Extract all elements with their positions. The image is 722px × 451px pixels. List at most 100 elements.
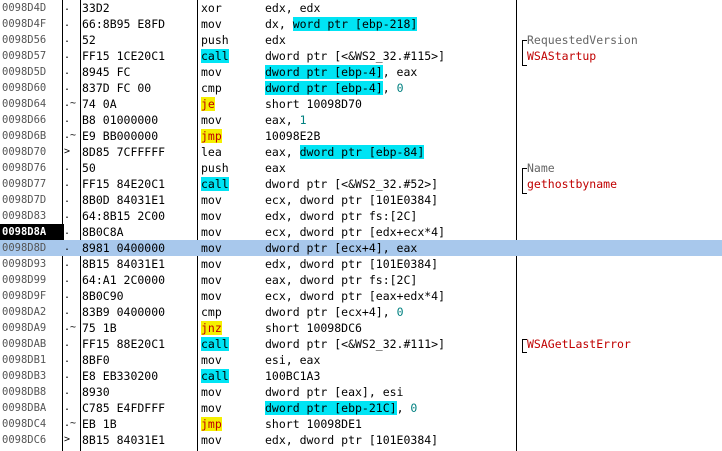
code-row[interactable]: 0098D4F. 66:8B95 E8FD mov dx, word ptr [ebp… — [0, 16, 722, 32]
comment-cell[interactable] — [527, 400, 717, 416]
hex-bytes-cell[interactable]: B8 01000000 — [82, 112, 194, 128]
comment-cell[interactable] — [527, 432, 717, 448]
comment-cell[interactable] — [527, 64, 717, 80]
code-row[interactable]: 0098D57. FF15 1CE20C1 call dword ptr [<&WS2… — [0, 48, 722, 64]
code-row[interactable]: 0098D76. 50 push eax Name — [0, 160, 722, 176]
comment-cell[interactable] — [527, 384, 717, 400]
address-cell[interactable]: 0098DA2 — [2, 304, 60, 320]
address-cell[interactable]: 0098D99 — [2, 272, 60, 288]
hex-bytes-cell[interactable]: 66:8B95 E8FD — [82, 16, 194, 32]
mnemonic-cell[interactable]: call — [201, 48, 259, 64]
code-row[interactable]: 0098D56. 52 push edx RequestedVersion — [0, 32, 722, 48]
address-cell[interactable]: 0098D76 — [2, 160, 60, 176]
operand-cell[interactable]: ecx, dword ptr [eax+edx*4] — [265, 288, 513, 304]
hex-bytes-cell[interactable]: E9 BB000000 — [82, 128, 194, 144]
code-row[interactable]: 0098DA9 .~ 75 1B jnz short 10098DC6 — [0, 320, 722, 336]
code-row[interactable]: 0098DB3. E8 EB330200 call 100BC1A3 — [0, 368, 722, 384]
operand-cell[interactable]: edx — [265, 32, 513, 48]
comment-cell[interactable] — [527, 288, 717, 304]
mnemonic-cell[interactable]: mov — [201, 400, 259, 416]
operand-cell[interactable]: eax, 1 — [265, 112, 513, 128]
operand-cell[interactable]: eax, dword ptr fs:[2C] — [265, 272, 513, 288]
address-cell[interactable]: 0098DBA — [2, 400, 60, 416]
address-cell[interactable]: 0098D8A — [0, 224, 64, 240]
address-cell[interactable]: 0098DA9 — [2, 320, 60, 336]
hex-bytes-cell[interactable]: 74 0A — [82, 96, 194, 112]
comment-cell[interactable] — [527, 208, 717, 224]
comment-cell[interactable] — [527, 224, 717, 240]
hex-bytes-cell[interactable]: 8B0C8A — [82, 224, 194, 240]
address-cell[interactable]: 0098D93 — [2, 256, 60, 272]
code-row[interactable]: 0098D70 >8D85 7CFFFFF lea eax, dword ptr [e… — [0, 144, 722, 160]
operand-cell[interactable]: short 10098D70 — [265, 96, 513, 112]
hex-bytes-cell[interactable]: 837D FC 00 — [82, 80, 194, 96]
comment-cell[interactable] — [527, 352, 717, 368]
code-row[interactable]: 0098D8D. 8981 0400000 mov dword ptr [ecx+4]… — [0, 240, 722, 256]
mnemonic-cell[interactable]: mov — [201, 352, 259, 368]
operand-cell[interactable]: dword ptr [ebp-4], 0 — [265, 80, 513, 96]
mnemonic-cell[interactable]: mov — [201, 64, 259, 80]
mnemonic-cell[interactable]: mov — [201, 288, 259, 304]
address-cell[interactable]: 0098DC6 — [2, 432, 60, 448]
mnemonic-cell[interactable]: cmp — [201, 80, 259, 96]
mnemonic-cell[interactable]: cmp — [201, 304, 259, 320]
operand-cell[interactable]: dword ptr [<&WS2_32.#111>] — [265, 336, 513, 352]
code-row[interactable]: 0098D60. 837D FC 00 cmp dword ptr [ebp-4], … — [0, 80, 722, 96]
address-cell[interactable]: 0098D83 — [2, 208, 60, 224]
hex-bytes-cell[interactable]: FF15 84E20C1 — [82, 176, 194, 192]
operand-cell[interactable]: edx, edx — [265, 0, 513, 16]
mnemonic-cell[interactable]: jnz — [201, 320, 259, 336]
code-row[interactable]: 0098DC4 .~ EB 1B jmp short 10098DE1 — [0, 416, 722, 432]
address-cell[interactable]: 0098D8D — [2, 240, 60, 256]
address-cell[interactable]: 0098DAB — [2, 336, 60, 352]
address-cell[interactable]: 0098D66 — [2, 112, 60, 128]
code-row[interactable]: 0098D4D. 33D2 xor edx, edx — [0, 0, 722, 16]
address-cell[interactable]: 0098D7D — [2, 192, 60, 208]
hex-bytes-cell[interactable]: 8945 FC — [82, 64, 194, 80]
mnemonic-cell[interactable]: mov — [201, 384, 259, 400]
operand-cell[interactable]: dword ptr [ecx+4], 0 — [265, 304, 513, 320]
comment-cell[interactable] — [527, 256, 717, 272]
comment-cell[interactable]: gethostbyname — [527, 176, 717, 192]
mnemonic-cell[interactable]: mov — [201, 432, 259, 448]
address-cell[interactable]: 0098DB1 — [2, 352, 60, 368]
address-cell[interactable]: 0098D5D — [2, 64, 60, 80]
comment-cell[interactable] — [527, 144, 717, 160]
hex-bytes-cell[interactable]: 75 1B — [82, 320, 194, 336]
mnemonic-cell[interactable]: je — [201, 96, 259, 112]
code-row[interactable]: 0098D93. 8B15 84031E1 mov edx, dword ptr [1… — [0, 256, 722, 272]
operand-cell[interactable]: ecx, dword ptr [101E0384] — [265, 192, 513, 208]
operand-cell[interactable]: dword ptr [eax], esi — [265, 384, 513, 400]
mnemonic-cell[interactable]: jmp — [201, 128, 259, 144]
mnemonic-cell[interactable]: call — [201, 368, 259, 384]
mnemonic-cell[interactable]: push — [201, 32, 259, 48]
code-row[interactable]: 0098D9F. 8B0C90 mov ecx, dword ptr [eax+edx… — [0, 288, 722, 304]
operand-cell[interactable]: eax, dword ptr [ebp-84] — [265, 144, 513, 160]
mnemonic-cell[interactable]: mov — [201, 208, 259, 224]
operand-cell[interactable]: dword ptr [<&WS2_32.#115>] — [265, 48, 513, 64]
disassembly-view[interactable]: 0098D4D. 33D2 xor edx, edx 0098D4F. 66:8B95 E… — [0, 0, 722, 451]
mnemonic-cell[interactable]: xor — [201, 0, 259, 16]
hex-bytes-cell[interactable]: 8B0C90 — [82, 288, 194, 304]
operand-cell[interactable]: ecx, dword ptr [edx+ecx*4] — [265, 224, 513, 240]
mnemonic-cell[interactable]: call — [201, 176, 259, 192]
comment-cell[interactable] — [527, 96, 717, 112]
mnemonic-cell[interactable]: mov — [201, 224, 259, 240]
code-row[interactable]: 0098DA2. 83B9 0400000 cmp dword ptr [ecx+4]… — [0, 304, 722, 320]
hex-bytes-cell[interactable]: 64:A1 2C0000 — [82, 272, 194, 288]
comment-cell[interactable] — [527, 416, 717, 432]
comment-cell[interactable] — [527, 272, 717, 288]
comment-cell[interactable] — [527, 320, 717, 336]
mnemonic-cell[interactable]: mov — [201, 112, 259, 128]
operand-cell[interactable]: 10098E2B — [265, 128, 513, 144]
hex-bytes-cell[interactable]: 52 — [82, 32, 194, 48]
code-row[interactable]: 0098D99. 64:A1 2C0000 mov eax, dword ptr fs… — [0, 272, 722, 288]
mnemonic-cell[interactable]: call — [201, 336, 259, 352]
mnemonic-cell[interactable]: mov — [201, 272, 259, 288]
operand-cell[interactable]: dword ptr [<&WS2_32.#52>] — [265, 176, 513, 192]
code-row[interactable]: 0098DBA. C785 E4FDFFF mov dword ptr [ebp-21… — [0, 400, 722, 416]
address-cell[interactable]: 0098DB8 — [2, 384, 60, 400]
hex-bytes-cell[interactable]: 8B0D 84031E1 — [82, 192, 194, 208]
comment-cell[interactable] — [527, 128, 717, 144]
hex-bytes-cell[interactable]: 33D2 — [82, 0, 194, 16]
